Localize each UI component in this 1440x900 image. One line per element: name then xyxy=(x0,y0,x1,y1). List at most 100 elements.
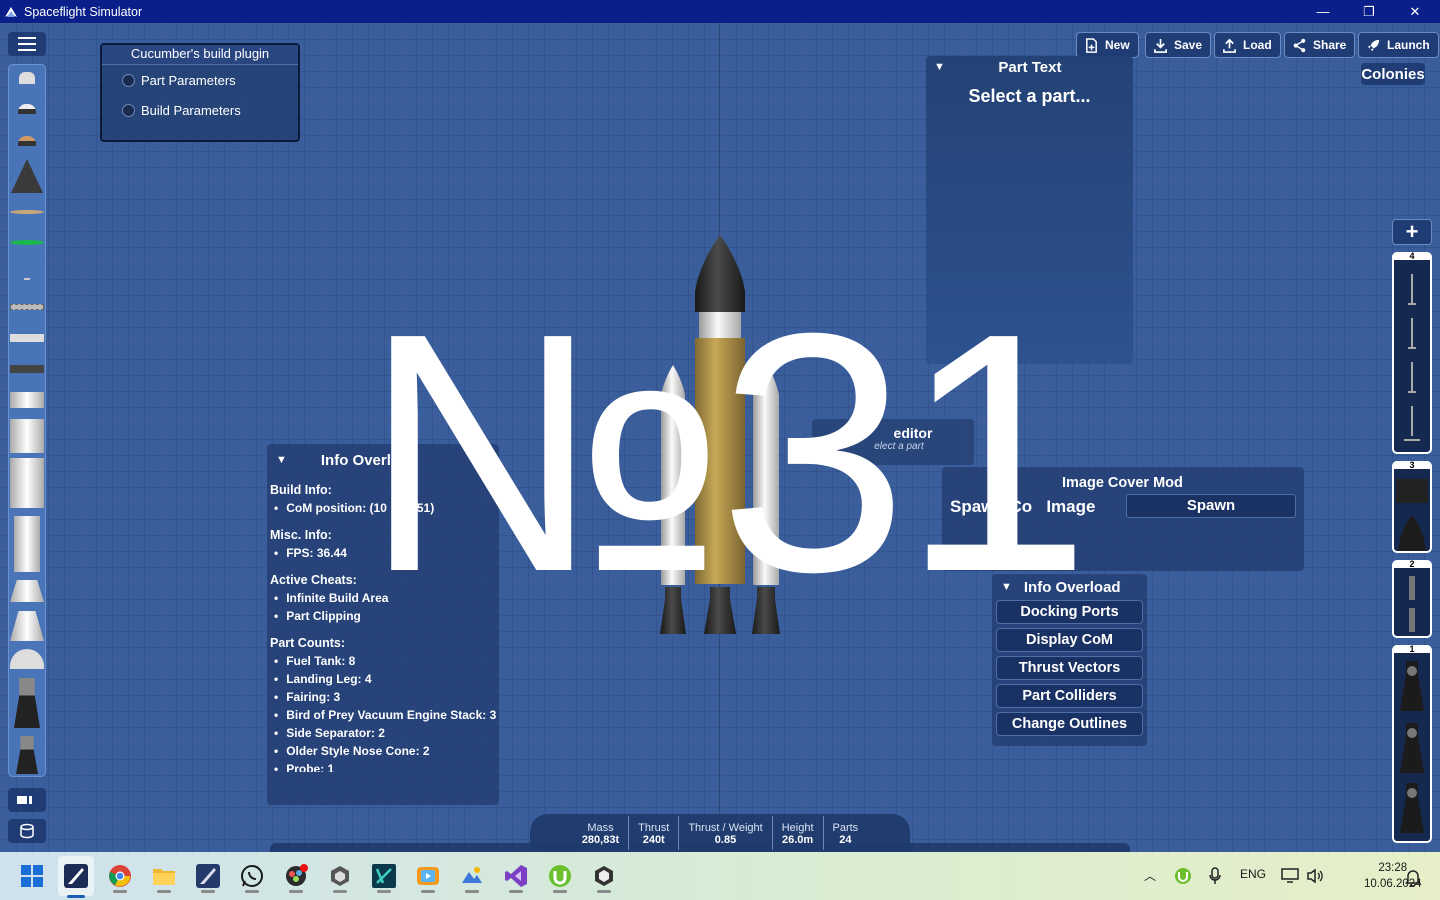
build-parameters-toggle[interactable]: Build Parameters xyxy=(102,95,298,125)
taskbar-davinci[interactable] xyxy=(281,861,311,893)
part-parameters-toggle[interactable]: Part Parameters xyxy=(102,65,298,95)
save-button[interactable]: Save xyxy=(1145,32,1212,58)
part-count-item: Probe: 1 xyxy=(270,760,499,772)
right-booster[interactable] xyxy=(753,395,779,585)
part-colliders-button[interactable]: Part Colliders xyxy=(996,684,1143,708)
part-adapter-large-icon[interactable] xyxy=(10,611,44,641)
taskbar-media-player[interactable] xyxy=(413,861,443,893)
right-engine[interactable] xyxy=(752,587,780,634)
part-separator-icon[interactable] xyxy=(10,304,44,310)
part-engine-small-icon[interactable] xyxy=(16,736,38,774)
microphone-icon[interactable] xyxy=(1208,867,1222,885)
stage-1[interactable]: 1 xyxy=(1392,644,1432,843)
stat-label: Mass xyxy=(587,822,614,834)
part-structural-icon[interactable] xyxy=(10,365,44,373)
stage-3[interactable]: 3 xyxy=(1392,460,1432,553)
part-fairing-icon[interactable] xyxy=(10,210,44,214)
stat-label: Parts xyxy=(832,822,859,834)
part-heat-shield-icon[interactable] xyxy=(18,136,36,146)
share-button[interactable]: Share xyxy=(1284,32,1356,58)
part-engine-icon[interactable] xyxy=(14,678,40,728)
collapse-triangle-icon[interactable]: ▼ xyxy=(276,454,287,466)
nose-cone[interactable] xyxy=(695,235,745,292)
taskbar-spaceflight-simulator[interactable] xyxy=(58,856,94,898)
left-engine[interactable] xyxy=(660,587,686,634)
taskbar-spaceflight-simulator-2[interactable] xyxy=(193,861,223,893)
stage-2[interactable]: 2 xyxy=(1392,559,1432,638)
utorrent-icon xyxy=(549,865,571,887)
display-com-button[interactable]: Display CoM xyxy=(996,628,1143,652)
part-count-item: Fuel Tank: 8 xyxy=(270,652,499,670)
stage-4[interactable]: 4 xyxy=(1392,251,1432,454)
part-fuel-tank-small-icon[interactable] xyxy=(10,334,44,342)
spawn-button[interactable]: Spawn xyxy=(1126,494,1296,518)
load-button[interactable]: Load xyxy=(1214,32,1281,58)
change-outlines-button[interactable]: Change Outlines xyxy=(996,712,1143,736)
part-fuel-tank-large-icon[interactable] xyxy=(10,419,44,453)
network-icon[interactable] xyxy=(1281,868,1299,884)
launch-button[interactable]: Launch xyxy=(1358,32,1439,58)
part-probe-icon[interactable] xyxy=(19,72,35,84)
launch-label: Launch xyxy=(1387,38,1430,52)
stat-label: Height xyxy=(781,822,814,834)
taskbar-blue-app[interactable] xyxy=(369,861,399,893)
taskbar-file-explorer[interactable] xyxy=(149,861,179,893)
docking-ports-button[interactable]: Docking Ports xyxy=(996,600,1143,624)
start-button[interactable] xyxy=(17,861,47,891)
layout-icon xyxy=(17,796,32,804)
stage-number: 2 xyxy=(1409,559,1415,569)
part-rcs-icon[interactable] xyxy=(24,278,30,280)
part-fuel-tank-xl-icon[interactable] xyxy=(10,458,44,508)
part-docking-port-icon[interactable] xyxy=(10,240,44,245)
add-stage-button[interactable]: + xyxy=(1392,219,1432,245)
misc-info-heading: Misc. Info: xyxy=(270,528,332,542)
probe-part[interactable] xyxy=(699,312,741,338)
spaceflight-simulator-icon xyxy=(64,864,88,888)
visual-studio-icon xyxy=(505,865,527,887)
part-count-item: Side Separator: 2 xyxy=(270,724,499,742)
part-nose-cone-icon[interactable] xyxy=(11,159,43,193)
category-button[interactable] xyxy=(8,819,46,843)
colonies-button[interactable]: Colonies xyxy=(1361,63,1425,85)
left-booster-cone[interactable] xyxy=(661,365,685,395)
maximize-button[interactable]: ❐ xyxy=(1346,0,1392,23)
thrust-vectors-button[interactable]: Thrust Vectors xyxy=(996,656,1143,680)
hamburger-menu-button[interactable] xyxy=(8,32,46,56)
show-hidden-icons-button[interactable]: ︿ xyxy=(1144,867,1156,884)
notifications-icon[interactable] xyxy=(1405,868,1421,886)
thrust-stat: Thrust 240t xyxy=(629,816,680,850)
build-workspace[interactable]: Cucumber's build plugin Part Parameters … xyxy=(0,23,1440,852)
taskbar-visual-studio[interactable] xyxy=(501,861,531,893)
taskbar-utorrent[interactable] xyxy=(545,861,575,893)
palette-toggle-button[interactable] xyxy=(8,788,46,812)
engines-stage-icon xyxy=(1400,661,1424,833)
taskbar-photos[interactable] xyxy=(457,861,487,893)
part-booster-icon[interactable] xyxy=(14,516,40,572)
part-fuel-tank-medium-icon[interactable] xyxy=(10,392,44,408)
center-engine[interactable] xyxy=(704,587,736,634)
taskbar-whatsapp[interactable] xyxy=(237,861,267,893)
minimize-button[interactable]: — xyxy=(1300,0,1346,23)
left-booster[interactable] xyxy=(661,395,685,585)
language-indicator[interactable]: ENG xyxy=(1240,867,1266,881)
part-editor-panel: editor elect a part xyxy=(812,419,974,465)
new-button[interactable]: New xyxy=(1076,32,1139,58)
part-adapter-icon[interactable] xyxy=(10,580,44,602)
part-capsule-icon[interactable] xyxy=(18,104,36,114)
collapse-triangle-icon[interactable]: ▼ xyxy=(1001,581,1012,593)
part-dome-icon[interactable] xyxy=(10,649,44,669)
utorrent-tray-icon[interactable] xyxy=(1174,867,1192,885)
main-fuel-tank[interactable] xyxy=(695,338,745,584)
taskbar-chrome[interactable] xyxy=(105,861,135,893)
close-button[interactable]: ✕ xyxy=(1392,0,1438,23)
part-palette[interactable] xyxy=(8,64,46,777)
cheat-item: Part Clipping xyxy=(270,607,499,625)
volume-icon[interactable] xyxy=(1306,868,1324,884)
blue-app-icon xyxy=(372,864,396,888)
taskbar-unity-hub[interactable] xyxy=(325,861,355,893)
collapse-triangle-icon[interactable]: ▼ xyxy=(934,61,945,73)
taskbar-unity[interactable] xyxy=(589,861,619,893)
part-editor-subtitle: elect a part xyxy=(874,441,924,452)
rocket-build[interactable] xyxy=(655,235,785,640)
right-booster-cone[interactable] xyxy=(753,363,779,395)
